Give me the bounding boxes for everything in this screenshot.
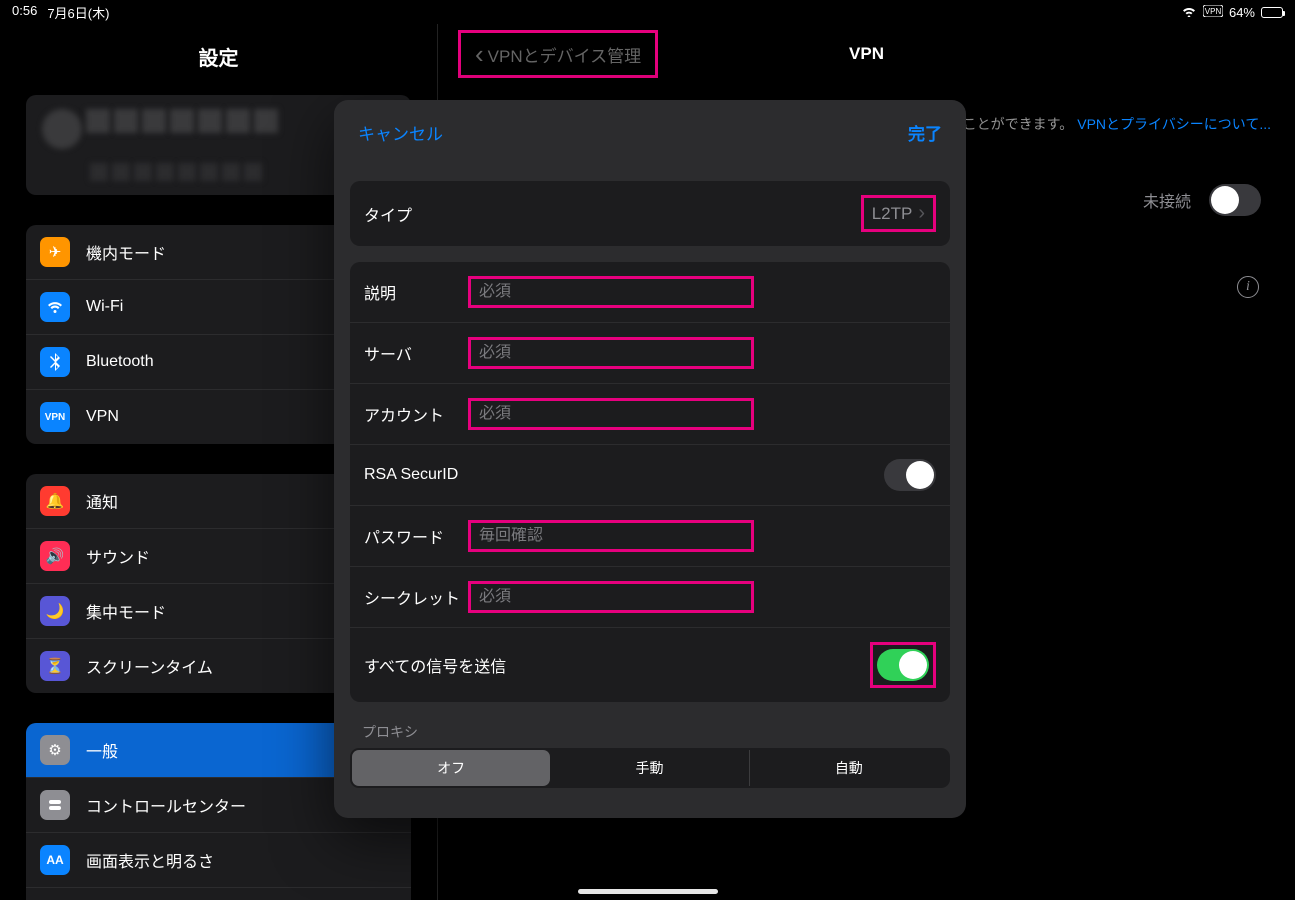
sidebar-item-label: サウンド <box>86 544 150 568</box>
password-input[interactable] <box>479 527 743 545</box>
chevron-left-icon: ‹ <box>475 41 484 67</box>
done-button[interactable]: 完了 <box>908 120 942 145</box>
description-input[interactable] <box>479 283 743 301</box>
send-all-label: すべての信号を送信 <box>364 653 506 677</box>
sidebar-item-label: 一般 <box>86 738 118 762</box>
password-row: パスワード <box>350 506 950 567</box>
secret-row: シークレット <box>350 567 950 628</box>
bell-icon: 🔔 <box>40 486 70 516</box>
rsa-toggle[interactable] <box>884 459 936 491</box>
server-input[interactable] <box>479 344 743 362</box>
switches-icon <box>40 790 70 820</box>
sidebar-item-display[interactable]: AA 画面表示と明るさ <box>26 833 411 888</box>
gear-icon: ⚙ <box>40 735 70 765</box>
account-row: アカウント <box>350 384 950 445</box>
sidebar-title: 設定 <box>0 24 437 95</box>
vpn-config-modal: キャンセル 完了 タイプ L2TP › 説明 サーバ アカウント R <box>334 100 966 818</box>
status-time: 0:56 <box>12 3 37 22</box>
type-label: タイプ <box>364 202 464 226</box>
svg-text:VPN: VPN <box>1205 7 1222 16</box>
home-indicator[interactable] <box>578 889 718 894</box>
send-all-toggle[interactable] <box>877 649 929 681</box>
status-date: 7月6日(木) <box>47 3 109 22</box>
text-size-icon: AA <box>40 845 70 875</box>
chevron-right-icon: › <box>918 202 925 225</box>
info-icon[interactable]: i <box>1237 276 1259 298</box>
type-row[interactable]: タイプ L2TP › <box>350 181 950 246</box>
cancel-button[interactable]: キャンセル <box>358 120 443 145</box>
proxy-section-header: プロキシ <box>334 702 966 748</box>
detail-title: VPN <box>849 44 884 64</box>
connection-status-label: 未接続 <box>1143 188 1191 212</box>
back-label: VPNとデバイス管理 <box>488 42 641 67</box>
proxy-segmented-control: オフ 手動 自動 <box>350 748 950 788</box>
rsa-row: RSA SecurID <box>350 445 950 506</box>
secret-input[interactable] <box>479 588 743 606</box>
description-label: 説明 <box>364 280 464 304</box>
sidebar-item-label: スクリーンタイム <box>86 654 213 678</box>
password-label: パスワード <box>364 524 464 548</box>
proxy-option-manual[interactable]: 手動 <box>550 750 749 786</box>
description-row: 説明 <box>350 262 950 323</box>
proxy-option-off[interactable]: オフ <box>352 750 550 786</box>
send-all-row: すべての信号を送信 <box>350 628 950 702</box>
sidebar-item-label: コントロールセンター <box>86 793 246 817</box>
speaker-icon: 🔊 <box>40 541 70 571</box>
sidebar-item-label: 画面表示と明るさ <box>86 848 214 872</box>
sidebar-item-label: 集中モード <box>86 599 166 623</box>
sidebar-item-label: Bluetooth <box>86 353 154 371</box>
moon-icon: 🌙 <box>40 596 70 626</box>
vpn-connection-toggle[interactable] <box>1209 184 1261 216</box>
sidebar-item-home-screen[interactable]: ホーム画面とマルチタスク <box>26 888 411 900</box>
back-button[interactable]: ‹ VPNとデバイス管理 <box>458 30 658 78</box>
battery-icon <box>1261 7 1283 18</box>
sidebar-item-label: VPN <box>86 408 119 426</box>
type-value: L2TP <box>872 204 913 224</box>
secret-label: シークレット <box>364 585 464 609</box>
sidebar-item-label: Wi-Fi <box>86 298 123 316</box>
server-label: サーバ <box>364 341 464 365</box>
hourglass-icon: ⏳ <box>40 651 70 681</box>
account-label: アカウント <box>364 402 464 426</box>
account-input[interactable] <box>479 405 743 423</box>
status-bar: 0:56 7月6日(木) VPN 64% <box>0 0 1295 24</box>
proxy-option-auto[interactable]: 自動 <box>750 750 948 786</box>
rsa-label: RSA SecurID <box>364 466 458 484</box>
vpn-privacy-link[interactable]: VPNとプライバシーについて... <box>1077 114 1271 134</box>
detail-info-tail: ことができます。 <box>963 114 1074 134</box>
bluetooth-icon <box>40 347 70 377</box>
detail-header: ‹ VPNとデバイス管理 VPN <box>438 24 1295 84</box>
wifi-icon <box>40 292 70 322</box>
airplane-icon: ✈ <box>40 237 70 267</box>
vpn-status-icon: VPN <box>1203 5 1223 20</box>
vpn-icon: VPN <box>40 402 70 432</box>
sidebar-item-label: 通知 <box>86 489 118 513</box>
server-row: サーバ <box>350 323 950 384</box>
battery-percent: 64% <box>1229 5 1255 20</box>
sidebar-item-label: 機内モード <box>86 240 166 264</box>
wifi-icon <box>1181 5 1197 20</box>
